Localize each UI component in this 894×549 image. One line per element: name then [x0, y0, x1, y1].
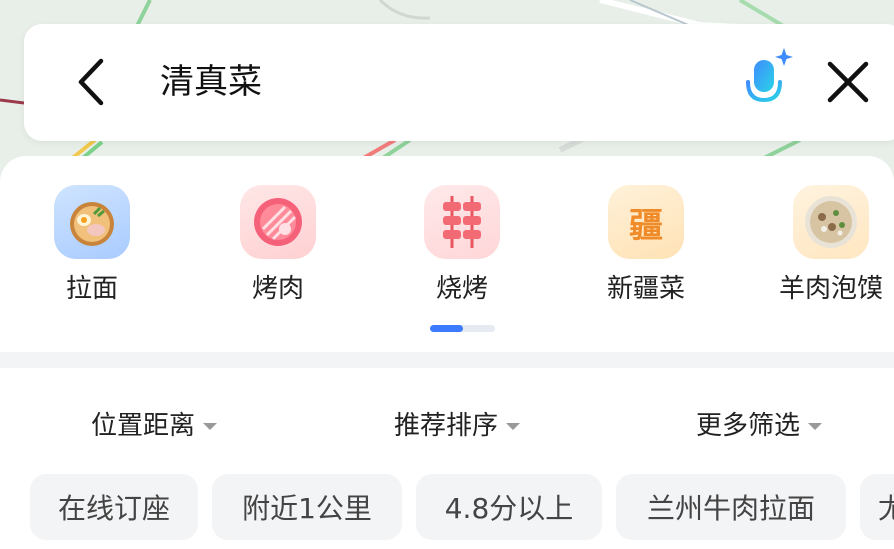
ai-voice-mic-icon — [746, 48, 793, 110]
dropdown-caret-icon — [808, 422, 823, 430]
category-label: 羊肉泡馍 — [778, 274, 883, 304]
category-xinjiang[interactable]: 疆 新疆菜 — [581, 185, 711, 305]
category-grilled-meat[interactable]: 烤肉 — [213, 185, 343, 305]
clear-button[interactable] — [818, 52, 878, 112]
lamb-soup-bowl-icon — [793, 185, 869, 259]
chip-nearby-1km[interactable]: 附近1公里 — [212, 474, 402, 540]
grilled-meat-icon — [240, 185, 316, 259]
filter-distance[interactable]: 位置距离 — [91, 406, 218, 446]
skewer-icon — [424, 185, 500, 259]
xinjiang-character-icon: 疆 — [608, 185, 684, 259]
chip-label: 附近1公里 — [242, 492, 372, 525]
pager-active-segment — [430, 325, 463, 332]
category-label: 烧烤 — [435, 274, 488, 304]
section-divider — [0, 352, 894, 368]
category-label: 烤肉 — [251, 274, 304, 304]
chip-label: 在线订座 — [57, 492, 170, 525]
chip-label: 兰州牛肉拉面 — [646, 492, 815, 525]
filter-sort[interactable]: 推荐排序 — [394, 406, 521, 446]
search-query-text[interactable]: 清真菜 — [160, 60, 262, 104]
chip-lanzhou-noodles[interactable]: 兰州牛肉拉面 — [616, 474, 846, 540]
category-pager — [430, 325, 495, 332]
category-label: 新疆菜 — [606, 274, 685, 304]
back-chevron-icon — [78, 58, 104, 106]
category-skewer[interactable]: 烧烤 — [397, 185, 527, 305]
category-lamb-soup[interactable]: 羊肉泡馍 — [766, 185, 894, 305]
filter-label: 位置距离 — [91, 411, 196, 441]
dropdown-caret-icon — [506, 422, 521, 430]
category-label: 拉面 — [65, 274, 118, 304]
filter-label: 推荐排序 — [394, 411, 499, 441]
category-ramen[interactable]: 拉面 — [27, 185, 157, 305]
chip-label: 4.8分以上 — [444, 492, 574, 525]
chip-partial[interactable]: 尤 — [860, 474, 894, 540]
dropdown-caret-icon — [203, 422, 218, 430]
xinjiang-glyph: 疆 — [629, 205, 663, 246]
chip-label: 尤 — [878, 492, 894, 525]
chip-online-booking[interactable]: 在线订座 — [30, 474, 198, 540]
back-button[interactable] — [60, 40, 120, 124]
voice-search-button[interactable] — [738, 46, 798, 116]
chip-rating-4-8[interactable]: 4.8分以上 — [416, 474, 602, 540]
ramen-bowl-icon — [54, 185, 130, 259]
filter-label: 更多筛选 — [696, 411, 801, 441]
filter-more[interactable]: 更多筛选 — [696, 406, 823, 446]
close-icon — [827, 61, 869, 103]
